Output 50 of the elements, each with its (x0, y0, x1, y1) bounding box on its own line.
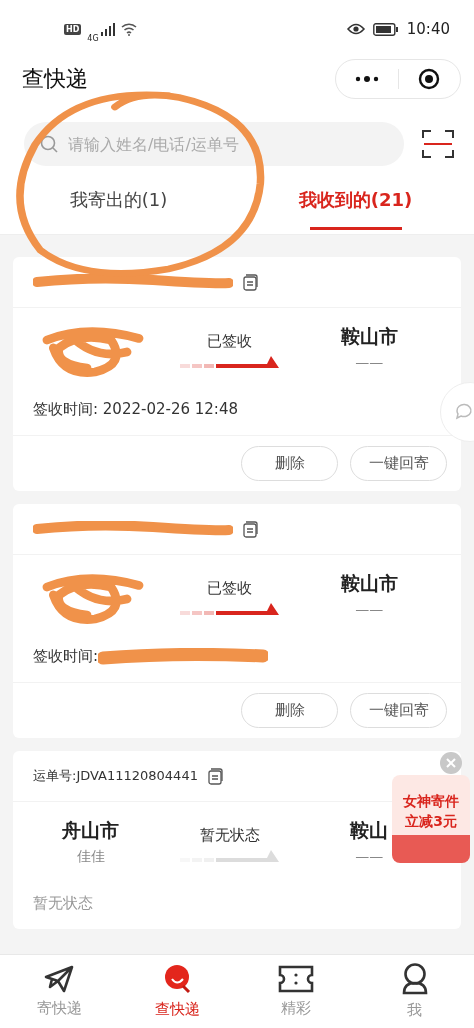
destination-city: 鞍山 (350, 818, 389, 843)
receiver-name: —— (355, 848, 384, 864)
tab[interactable]: 我寄出的(1) (0, 166, 237, 234)
nav-tab[interactable]: 我 (355, 955, 474, 1028)
hd-badge: HD (64, 23, 82, 35)
destination-city: 鞍山市 (340, 324, 398, 349)
action-button[interactable]: 删除 (241, 693, 338, 728)
search-field[interactable]: 请输入姓名/电话/运单号 (24, 122, 404, 166)
signal-icon (98, 22, 115, 36)
note-text: 签收时间: 2022-02-26 12:48 (33, 400, 238, 419)
scan-icon[interactable] (422, 129, 454, 159)
note-text: 暂无状态 (33, 894, 93, 913)
waybill-number: 运单号:JDVA11120804441 (33, 767, 198, 785)
promo-text: 立减3元 (405, 812, 457, 831)
ticket-icon (278, 965, 315, 993)
promo-text: 女神寄件 (403, 792, 459, 811)
delivery-status: 已签收 (207, 579, 253, 598)
person-icon (401, 963, 428, 995)
note-text: 签收时间: (33, 647, 99, 666)
receiver-name: —— (355, 601, 384, 617)
delivery-status: 暂无状态 (200, 826, 260, 845)
tab[interactable]: 我收到的(21) (237, 166, 474, 234)
search-icon (162, 964, 193, 994)
page-title: 查快递 (22, 65, 88, 93)
nav-tab[interactable]: 查快递 (118, 955, 237, 1028)
wifi-icon (120, 22, 137, 36)
eye-icon (346, 23, 365, 35)
copy-icon[interactable] (243, 520, 258, 538)
action-button[interactable]: 一键回寄 (350, 693, 447, 728)
copy-icon[interactable] (207, 767, 223, 785)
destination-city: 鞍山市 (340, 571, 398, 596)
promo-badge[interactable]: 女神寄件 立减3元 (392, 775, 470, 863)
action-button[interactable]: 一键回寄 (350, 446, 447, 481)
more-icon (354, 76, 379, 82)
copy-icon[interactable] (243, 273, 258, 291)
search-icon (40, 135, 58, 153)
delivery-status: 已签收 (207, 332, 253, 351)
origin-city: 舟山市 (62, 818, 120, 843)
clock-time: 10:40 (406, 20, 450, 38)
nav-tab[interactable]: 寄快递 (0, 955, 119, 1028)
receiver-name: —— (355, 354, 384, 370)
network-type: 4G (87, 34, 99, 43)
chat-icon (455, 403, 474, 421)
action-button[interactable]: 删除 (241, 446, 338, 481)
sender-name: 佳佳 (76, 848, 105, 866)
nav-tab[interactable]: 精彩 (237, 955, 356, 1028)
close-icon (446, 758, 456, 768)
battery-icon (372, 22, 399, 36)
paper-plane-icon (44, 965, 75, 993)
target-icon (418, 68, 441, 90)
